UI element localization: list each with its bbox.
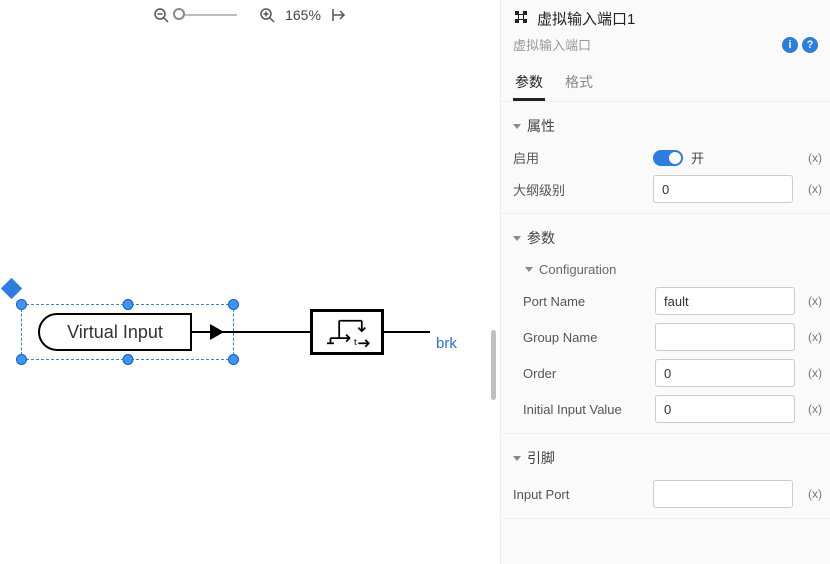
row-initial-input: Initial Input Value (x): [501, 391, 830, 427]
help-icon[interactable]: ?: [802, 37, 818, 53]
tab-params[interactable]: 参数: [513, 66, 545, 101]
section-title: 参数: [527, 228, 555, 248]
expression-button[interactable]: (x): [804, 294, 826, 308]
rotation-handle-icon[interactable]: [1, 278, 22, 299]
resize-handle[interactable]: [228, 299, 239, 310]
resize-handle[interactable]: [16, 354, 27, 365]
group-name-input[interactable]: [655, 323, 795, 351]
section-title: 属性: [527, 116, 555, 136]
info-icon[interactable]: i: [782, 37, 798, 53]
wire-arrow-icon: [210, 324, 224, 340]
row-label: 启用: [513, 148, 649, 167]
section-params: 参数 Configuration Port Name (x) Group Nam…: [501, 214, 830, 434]
chevron-down-icon: [513, 236, 521, 241]
row-label: Initial Input Value: [523, 402, 651, 417]
subsection-title: Configuration: [539, 262, 616, 277]
section-header-params[interactable]: 参数: [501, 220, 830, 256]
section-attributes: 属性 启用 开 (x) 大纲级别 (x): [501, 102, 830, 214]
zoom-toolbar: 165%: [0, 3, 500, 27]
block-label: Virtual Input: [67, 322, 163, 343]
chevron-down-icon: [513, 456, 521, 461]
properties-panel: 虚拟输入端口1 虚拟输入端口 i ? 参数 格式 属性 启用 开 (x): [500, 0, 830, 564]
breaker-block[interactable]: t: [310, 309, 384, 355]
row-label: Input Port: [513, 487, 649, 502]
initial-input-value-input[interactable]: [655, 395, 795, 423]
expression-button[interactable]: (x): [804, 402, 826, 416]
resize-handle[interactable]: [16, 299, 27, 310]
canvas-area: 165% Virtual Input: [0, 0, 500, 564]
row-enable: 启用 开 (x): [501, 144, 830, 171]
expression-button[interactable]: (x): [804, 487, 826, 501]
port-name-input[interactable]: [655, 287, 795, 315]
row-port-name: Port Name (x): [501, 283, 830, 319]
expression-button[interactable]: (x): [804, 151, 826, 165]
input-port-input[interactable]: [653, 480, 793, 508]
panel-title: 虚拟输入端口1: [537, 8, 635, 29]
zoom-slider[interactable]: [179, 14, 249, 16]
resize-handle[interactable]: [122, 354, 133, 365]
port-label[interactable]: brk: [436, 335, 457, 352]
chevron-down-icon: [525, 267, 533, 272]
expression-button[interactable]: (x): [804, 366, 826, 380]
diagram-canvas[interactable]: Virtual Input t brk: [0, 30, 500, 564]
row-group-name: Group Name (x): [501, 319, 830, 355]
row-order: Order (x): [501, 355, 830, 391]
expression-button[interactable]: (x): [804, 330, 826, 344]
zoom-out-icon[interactable]: [151, 5, 171, 25]
chevron-down-icon: [513, 124, 521, 129]
section-title: 引脚: [527, 448, 555, 468]
enable-toggle[interactable]: [653, 150, 683, 166]
resize-handle[interactable]: [122, 299, 133, 310]
order-input[interactable]: [655, 359, 795, 387]
panel-subtitle: 虚拟输入端口: [513, 35, 591, 54]
tab-format[interactable]: 格式: [563, 66, 595, 101]
resize-handle[interactable]: [228, 354, 239, 365]
row-input-port: Input Port (x): [501, 476, 830, 512]
row-label: 大纲级别: [513, 180, 649, 199]
zoom-value: 165%: [285, 7, 321, 23]
section-pins: 引脚 Input Port (x): [501, 434, 830, 519]
svg-text:t: t: [354, 337, 357, 348]
row-outline-level: 大纲级别 (x): [501, 171, 830, 207]
row-label: Order: [523, 366, 651, 381]
row-label: Port Name: [523, 294, 651, 309]
component-type-icon: [513, 9, 529, 29]
section-header-pins[interactable]: 引脚: [501, 440, 830, 476]
toggle-state-label: 开: [691, 148, 704, 167]
zoom-in-icon[interactable]: [257, 5, 277, 25]
virtual-input-block[interactable]: Virtual Input: [38, 313, 192, 351]
fit-width-icon[interactable]: [329, 5, 349, 25]
outline-level-input[interactable]: [653, 175, 793, 203]
expression-button[interactable]: (x): [804, 182, 826, 196]
wire[interactable]: [384, 331, 430, 333]
scrollbar[interactable]: [491, 330, 496, 400]
subsection-header-config[interactable]: Configuration: [501, 256, 830, 283]
panel-tabs: 参数 格式: [501, 62, 830, 102]
row-label: Group Name: [523, 330, 651, 345]
section-header-attributes[interactable]: 属性: [501, 108, 830, 144]
